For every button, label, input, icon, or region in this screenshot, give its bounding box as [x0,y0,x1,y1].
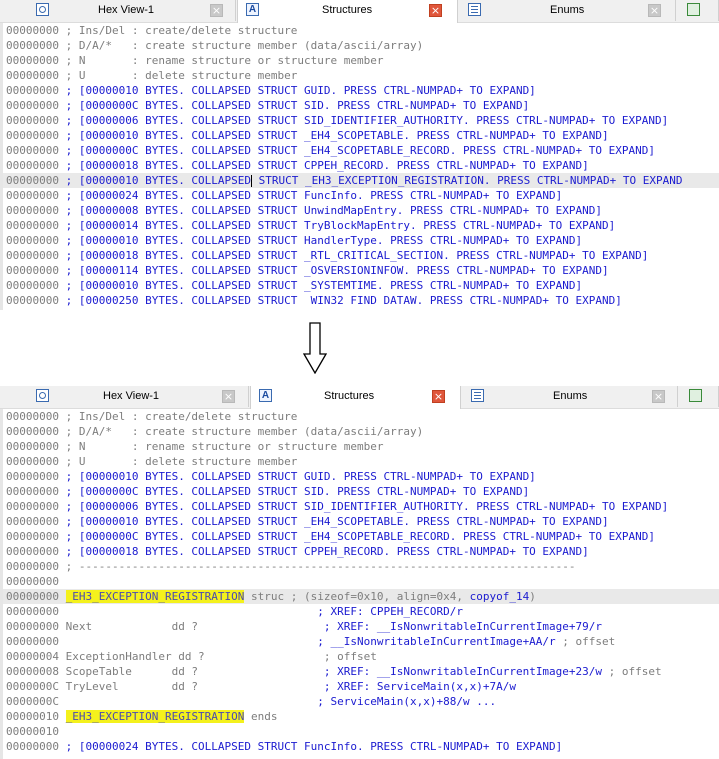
struct-end-line[interactable]: 00000010 _EH3_EXCEPTION_REGISTRATION end… [3,709,719,724]
tab-enums[interactable]: Enums × [463,386,678,407]
enums-icon [471,389,484,402]
listing-line: 00000000 ; N : rename structure or struc… [6,440,384,453]
struct-member-scopetable[interactable]: 00000008 ScopeTable dd ? ; XREF: __IsNon… [3,664,719,679]
down-arrow-icon [303,322,327,374]
collapsed-struct-line[interactable]: 00000000 ; [00000010 BYTES. COLLAPSED ST… [3,469,719,484]
collapsed-struct-line[interactable]: 00000000 ; [00000010 BYTES. COLLAPSED ST… [3,514,719,529]
collapsed-struct-line[interactable]: 00000000 ; [0000000C BYTES. COLLAPSED ST… [3,98,719,113]
tab-hex-view[interactable]: Hex View-1 × [28,0,236,21]
tab-label: Structures [322,4,373,16]
close-icon[interactable]: × [648,4,661,17]
tab-label: Hex View-1 [98,4,155,16]
collapsed-struct-line[interactable]: 00000000 ; [00000010 BYTES. COLLAPSED ST… [3,128,719,143]
tab-enums[interactable]: Enums × [460,0,676,21]
structures-listing[interactable]: 00000000 ; Ins/Del : create/delete struc… [0,23,719,310]
collapsed-struct-line[interactable]: 00000000 ; [0000000C BYTES. COLLAPSED ST… [3,484,719,499]
tab-label: Structures [324,390,375,402]
collapsed-struct-line[interactable]: 00000000 ; [00000008 BYTES. COLLAPSED ST… [3,203,719,218]
tab-bar: Hex View-1 × A Structures × Enums × [0,386,719,409]
struct-member-trylevel[interactable]: 0000000C TryLevel dd ? ; XREF: ServiceMa… [3,679,719,694]
struct-header-line[interactable]: 00000000 _EH3_EXCEPTION_REGISTRATION str… [3,589,719,604]
listing-line: 00000000 ; D/A/* : create structure memb… [6,425,424,438]
tab-bar: Hex View-1 × A Structures × Enums × [0,0,719,23]
collapsed-struct-line[interactable]: 00000000 ; [00000010 BYTES. COLLAPSED ST… [3,278,719,293]
close-icon[interactable]: × [210,4,223,17]
imports-icon [689,389,702,402]
collapsed-struct-line[interactable]: 00000000 ; [00000014 BYTES. COLLAPSED ST… [3,218,719,233]
hex-view-icon [36,389,49,402]
tab-label: Enums [553,390,588,402]
listing-line: 00000000 ; U : delete structure member [6,455,298,468]
listing-line: 00000000 ; D/A/* : create structure memb… [6,39,424,52]
blank-line: 00000010 [6,725,59,738]
structures-icon: A [259,389,272,402]
close-icon[interactable]: × [432,390,445,403]
tab-imports[interactable] [679,386,719,407]
structures-window-after: Hex View-1 × A Structures × Enums × 0000… [0,386,719,759]
collapsed-struct-line[interactable]: 00000000 ; [00000114 BYTES. COLLAPSED ST… [3,263,719,278]
structures-window-before: Hex View-1 × A Structures × Enums × 0000… [0,0,719,310]
listing-line: 00000000 ; U : delete structure member [6,69,298,82]
tab-structures[interactable]: A Structures × [237,0,458,23]
structures-listing[interactable]: 00000000 ; Ins/Del : create/delete struc… [0,409,719,759]
imports-icon [687,3,700,16]
tab-hex-view[interactable]: Hex View-1 × [28,386,249,407]
collapsed-struct-line[interactable]: 00000000 ; [00000010 BYTES. COLLAPSED ST… [3,233,719,248]
close-icon[interactable]: × [429,4,442,17]
listing-line: 00000000 ; N : rename structure or struc… [6,54,384,67]
collapsed-struct-line[interactable]: 00000000 ; [00000006 BYTES. COLLAPSED ST… [3,113,719,128]
hex-view-icon [36,3,49,16]
close-icon[interactable]: × [222,390,235,403]
collapsed-struct-line[interactable]: 00000000 ; [00000018 BYTES. COLLAPSED ST… [3,248,719,263]
close-icon[interactable]: × [652,390,665,403]
collapsed-struct-line[interactable]: 00000000 ; [00000024 BYTES. COLLAPSED ST… [3,188,719,203]
tab-structures[interactable]: A Structures × [250,386,461,409]
structures-icon: A [246,3,259,16]
collapsed-struct-line[interactable]: 00000000 ; [00000006 BYTES. COLLAPSED ST… [3,499,719,514]
tab-label: Enums [550,4,585,16]
xref-line[interactable]: 00000000 ; __IsNonwritableInCurrentImage… [3,634,719,649]
xref-line[interactable]: 00000000 ; XREF: CPPEH_RECORD/r [3,604,719,619]
tab-label: Hex View-1 [103,390,160,402]
struct-member-next[interactable]: 00000000 Next dd ? ; XREF: __IsNonwritab… [3,619,719,634]
enums-icon [468,3,481,16]
selected-struct-line[interactable]: 00000000 ; [00000010 BYTES. COLLAPSED ST… [3,173,719,188]
listing-line: 00000000 ; Ins/Del : create/delete struc… [6,24,298,37]
separator-line: 00000000 ; -----------------------------… [6,560,576,573]
struct-name[interactable]: _EH3_EXCEPTION_REGISTRATION [65,590,245,603]
collapsed-struct-line[interactable]: 00000000 ; [00000024 BYTES. COLLAPSED ST… [3,739,719,754]
collapsed-struct-line[interactable]: 00000000 ; [00000018 BYTES. COLLAPSED ST… [3,158,719,173]
xref-line[interactable]: 0000000C ; ServiceMain(x,x)+88/w ... [3,694,719,709]
blank-line: 00000000 [6,575,59,588]
collapsed-struct-line[interactable]: 00000000 ; [00000010 BYTES. COLLAPSED ST… [3,83,719,98]
collapsed-struct-line[interactable]: 00000000 ; [0000000C BYTES. COLLAPSED ST… [3,143,719,158]
copyof-link[interactable]: copyof_14 [470,590,530,603]
listing-line: 00000000 ; Ins/Del : create/delete struc… [6,410,298,423]
struct-member-exceptionhandler[interactable]: 00000004 ExceptionHandler dd ? ; offset [3,649,719,664]
collapsed-struct-line[interactable]: 00000000 ; [00000250 BYTES. COLLAPSED ST… [3,293,719,308]
struct-name[interactable]: _EH3_EXCEPTION_REGISTRATION [65,710,245,723]
collapsed-struct-line[interactable]: 00000000 ; [0000000C BYTES. COLLAPSED ST… [3,529,719,544]
collapsed-struct-line[interactable]: 00000000 ; [00000018 BYTES. COLLAPSED ST… [3,544,719,559]
tab-imports[interactable] [677,0,719,21]
